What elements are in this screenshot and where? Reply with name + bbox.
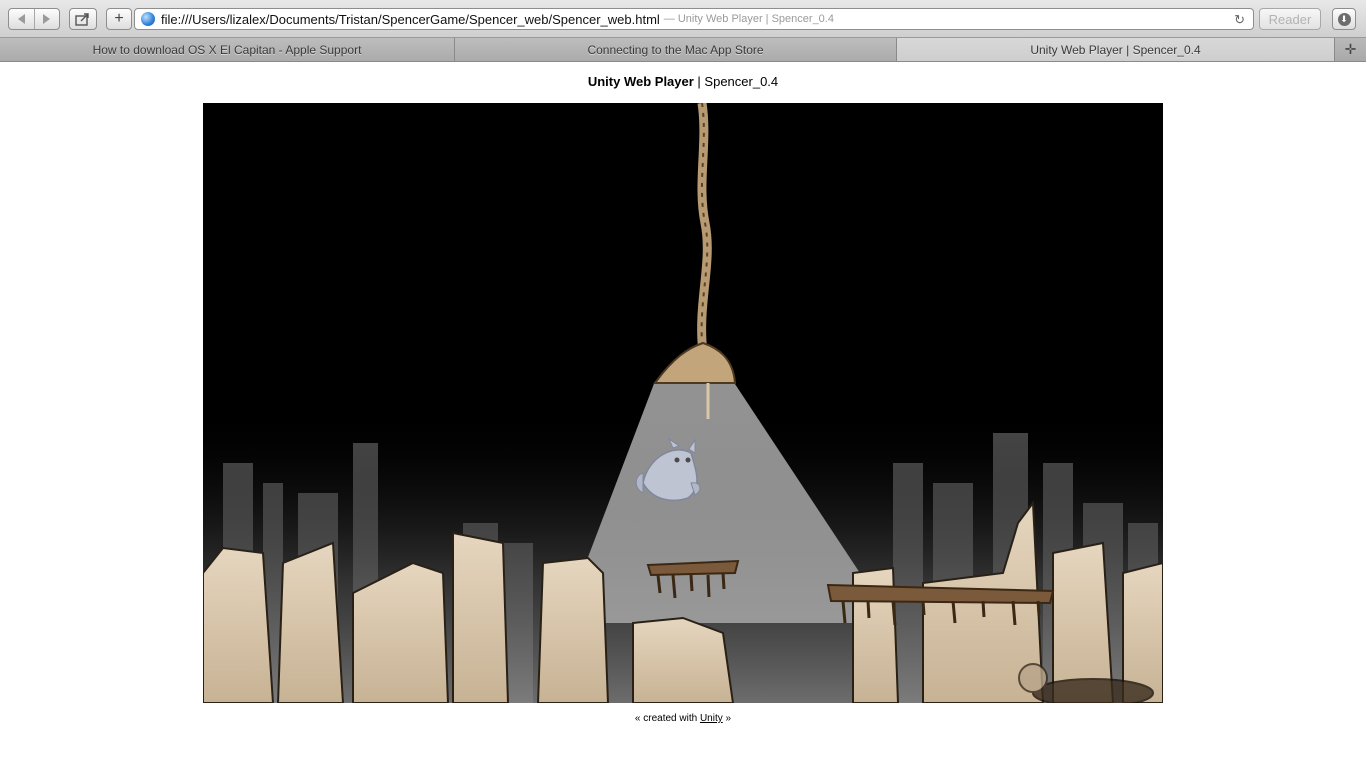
forward-button[interactable] [33, 9, 60, 29]
tab-bar: How to download OS X El Capitan - Apple … [0, 38, 1366, 62]
tab-label: How to download OS X El Capitan - Apple … [92, 42, 362, 57]
page-title: Unity Web Player | Spencer_0.4 [0, 74, 1366, 89]
tab-mac-app-store[interactable]: Connecting to the Mac App Store [455, 38, 897, 61]
share-button[interactable] [69, 8, 97, 30]
tab-apple-support[interactable]: How to download OS X El Capitan - Apple … [0, 38, 455, 61]
tab-label: Unity Web Player | Spencer_0.4 [1030, 42, 1201, 57]
unity-game-canvas[interactable] [203, 103, 1163, 703]
tab-unity-web-player[interactable]: Unity Web Player | Spencer_0.4 [897, 38, 1335, 61]
url-text: file:///Users/lizalex/Documents/Tristan/… [161, 11, 660, 27]
page-title-separator: | [693, 74, 705, 89]
browser-toolbar: + file:///Users/lizalex/Documents/Trista… [0, 0, 1366, 38]
page-footer: « created with Unity » [0, 713, 1366, 724]
globe-icon [141, 12, 155, 26]
back-arrow-icon [17, 14, 25, 24]
new-tab-button[interactable]: ✛ [1335, 38, 1366, 61]
reload-icon[interactable]: ↻ [1234, 12, 1245, 28]
reader-button[interactable]: Reader [1259, 8, 1321, 30]
tab-label: Connecting to the Mac App Store [587, 42, 764, 57]
footer-prefix: « created with [634, 713, 700, 724]
game-scene [203, 103, 1163, 703]
back-button[interactable] [9, 9, 34, 29]
footer-suffix: » [722, 713, 732, 724]
address-bar[interactable]: file:///Users/lizalex/Documents/Tristan/… [134, 8, 1254, 30]
forward-arrow-icon [43, 14, 51, 24]
download-arrow-icon: ⬇ [1337, 12, 1351, 26]
add-bookmark-button[interactable]: + [106, 8, 132, 30]
share-icon [75, 13, 89, 26]
unity-link[interactable]: Unity [700, 713, 723, 724]
nav-buttons [8, 8, 60, 30]
downloads-button[interactable]: ⬇ [1332, 8, 1356, 30]
page-title-rest: Spencer_0.4 [704, 74, 779, 89]
url-page-title: — Unity Web Player | Spencer_0.4 [663, 13, 834, 25]
page-title-bold: Unity Web Player [587, 74, 694, 89]
